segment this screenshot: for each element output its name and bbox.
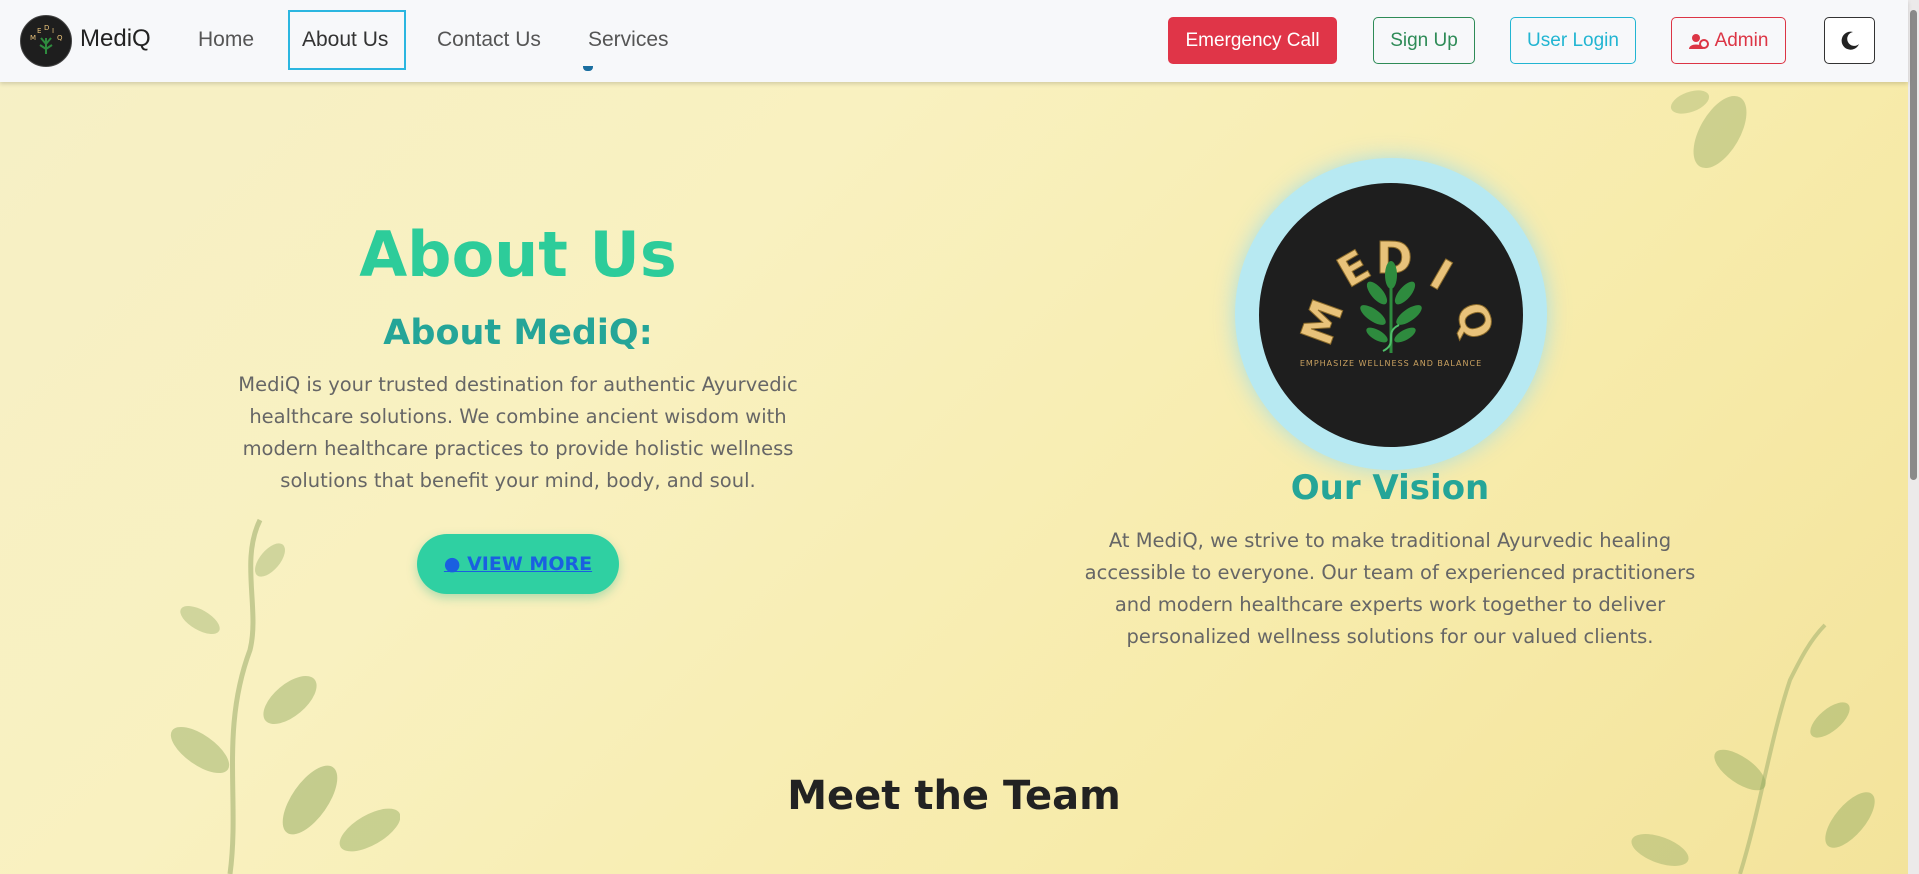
svg-text:D: D [44,24,49,32]
about-subtitle: About MediQ: [383,313,653,353]
user-login-button[interactable]: User Login [1510,17,1636,64]
vision-description: At MediQ, we strive to make traditional … [1084,529,1696,648]
logo-letter-i: I [1422,250,1460,300]
leaf-decoration-top-right [1670,90,1747,169]
logo-tagline: EMPHASIZE WELLNESS AND BALANCE [1300,359,1482,368]
nav-about-us[interactable]: About Us [288,10,406,70]
about-title: About Us [359,218,677,291]
svg-text:E: E [37,27,41,35]
services-dropdown-indicator [583,66,593,71]
vision-title: Our Vision [1290,468,1490,508]
sign-up-button[interactable]: Sign Up [1373,17,1475,64]
moon-icon [1841,31,1859,50]
svg-text:M: M [30,34,36,42]
about-description: MediQ is your trusted destination for au… [238,373,798,492]
admin-button[interactable]: Admin [1671,17,1786,64]
mediq-logo: M E D I Q EMPHASIZE WELLNESS AND BALANCE [1259,183,1523,447]
logo-letter-q: Q [1445,296,1503,346]
nav-services[interactable]: Services [576,10,681,70]
admin-button-label: Admin [1714,29,1769,51]
svg-text:I: I [52,27,54,35]
user-shield-icon [1688,33,1709,49]
nav-contact-us[interactable]: Contact Us [425,10,553,70]
emergency-call-button[interactable]: Emergency Call [1168,17,1337,64]
theme-toggle-button[interactable] [1824,17,1875,64]
brand-name[interactable]: MediQ [80,25,151,53]
svg-text:Q: Q [57,34,63,42]
leaf-decoration-right [1631,623,1875,874]
team-title: Meet the Team [787,773,1121,819]
scrollbar-thumb[interactable] [1910,10,1917,480]
logo-letter-m: M [1291,293,1354,352]
nav-home[interactable]: Home [186,10,266,70]
brand-logo[interactable]: M E D I Q [20,15,72,67]
navbar: M E D I Q MediQ Home About Us Contact Us… [0,0,1908,82]
view-more-button[interactable]: ● VIEW MORE [417,534,619,594]
